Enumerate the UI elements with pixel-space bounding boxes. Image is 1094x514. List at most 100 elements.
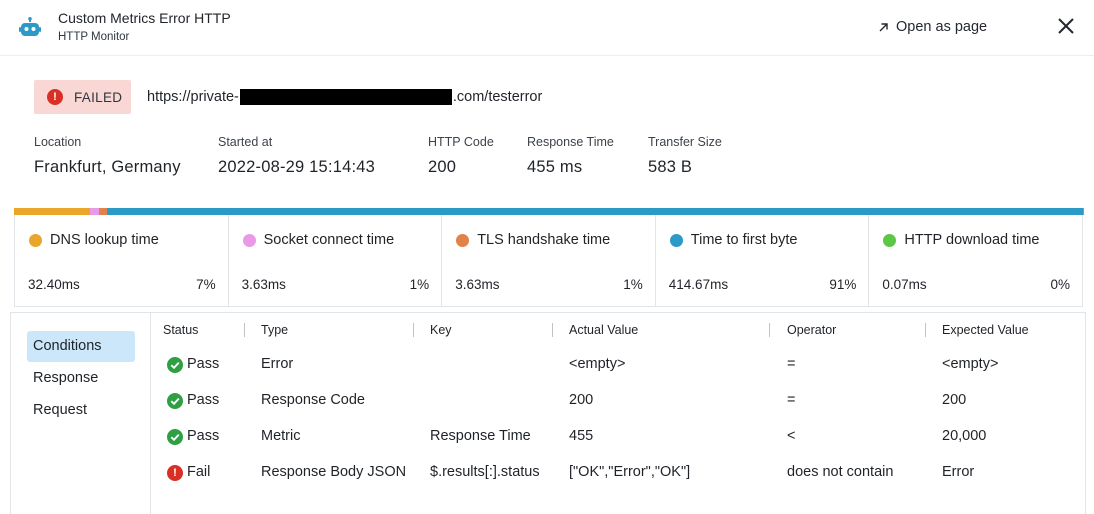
timing-percent: 91%	[829, 277, 857, 292]
column-divider[interactable]	[769, 323, 770, 337]
timing-ms: 414.67ms	[668, 277, 729, 292]
monitor-url: https://private- .com/testerror	[147, 89, 542, 105]
timing-name: Socket connect time	[263, 232, 395, 248]
row-actual-value: 200	[569, 392, 594, 408]
row-type: Response Code	[261, 392, 365, 408]
row-expected-value: 200	[942, 392, 967, 408]
column-header-key[interactable]: Key	[430, 323, 452, 337]
arrow-up-right-icon	[879, 22, 888, 31]
timing-card-ttfb: Time to first byte 414.67ms 91%	[656, 215, 870, 306]
url-suffix: .com/testerror	[452, 89, 543, 105]
row-expected-value: 20,000	[942, 428, 987, 444]
meta-value: 2022-08-29 15:14:43	[218, 158, 376, 176]
tab-request[interactable]: Request	[27, 395, 135, 426]
meta-value: 455 ms	[527, 158, 583, 176]
timing-name: TLS handshake time	[477, 232, 611, 248]
column-header-type[interactable]: Type	[261, 323, 288, 337]
column-header-operator[interactable]: Operator	[787, 323, 836, 337]
timing-segment-dns	[14, 208, 91, 215]
timing-name: Time to first byte	[690, 232, 798, 248]
timing-segment-ttfb	[107, 208, 1083, 215]
timing-ms: 32.40ms	[28, 277, 80, 292]
timing-card-socket: Socket connect time 3.63ms 1%	[229, 215, 443, 306]
timing-ms: 3.63ms	[455, 277, 500, 292]
row-type: Response Body JSON	[261, 464, 407, 480]
meta-label: HTTP Code	[428, 135, 494, 149]
timing-segment-socket	[90, 208, 99, 215]
url-prefix: https://private-	[147, 89, 239, 105]
legend-dot	[456, 234, 470, 247]
meta-label: Transfer Size	[648, 135, 722, 149]
timing-card-tls: TLS handshake time 3.63ms 1%	[442, 215, 656, 306]
meta-response-time: Response Time 455 ms	[527, 135, 614, 177]
meta-value: 200	[428, 158, 457, 176]
error-icon: !	[167, 465, 183, 481]
open-as-page-link[interactable]: Open as page	[878, 19, 987, 35]
row-operator: does not contain	[787, 464, 894, 480]
timing-percent: 0%	[1050, 277, 1070, 292]
monitor-type: HTTP Monitor	[58, 31, 130, 43]
meta-label: Started at	[218, 135, 273, 149]
redacted-block	[239, 89, 452, 105]
meta-http-code: HTTP Code 200	[428, 135, 494, 177]
row-key: Response Time	[430, 428, 531, 444]
monitor-title: Custom Metrics Error HTTP	[58, 10, 231, 26]
timing-card-download: HTTP download time 0.07ms 0%	[869, 215, 1082, 306]
column-divider[interactable]	[413, 323, 414, 337]
legend-dot	[29, 234, 42, 247]
details-tabs: Conditions Response Request	[11, 313, 151, 514]
timing-ms: 0.07ms	[882, 277, 927, 292]
check-circle-icon	[167, 429, 183, 445]
legend-dot	[669, 234, 683, 247]
legend-dot	[242, 234, 256, 247]
timing-percent: 1%	[623, 277, 643, 292]
timing-percent: 1%	[409, 277, 430, 292]
details-panel: Conditions Response Request Status Type …	[10, 312, 1086, 514]
row-status: Fail	[187, 464, 211, 480]
column-divider[interactable]	[552, 323, 553, 337]
robot-icon	[19, 17, 41, 36]
row-type: Metric	[261, 428, 301, 444]
row-actual-value: 455	[569, 428, 594, 444]
error-icon: !	[47, 89, 63, 105]
close-icon[interactable]	[1056, 16, 1076, 36]
row-status: Pass	[187, 392, 220, 408]
tab-conditions[interactable]: Conditions	[27, 331, 135, 362]
timing-bar	[14, 208, 1083, 215]
meta-started-at: Started at 2022-08-29 15:14:43	[218, 135, 375, 177]
row-operator: =	[787, 356, 796, 372]
timing-segment-tls	[98, 208, 108, 215]
column-header-status[interactable]: Status	[163, 323, 198, 337]
status-label: FAILED	[74, 89, 123, 105]
panel-header: Custom Metrics Error HTTP HTTP Monitor O…	[0, 0, 1094, 56]
row-operator: <	[787, 428, 796, 444]
row-status: Pass	[187, 356, 220, 372]
status-badge: ! FAILED	[34, 80, 131, 114]
row-key: $.results[:].status	[430, 464, 540, 480]
meta-label: Location	[34, 135, 82, 149]
column-header-actual-value[interactable]: Actual Value	[569, 323, 638, 337]
check-circle-icon	[167, 393, 183, 409]
column-divider[interactable]	[925, 323, 926, 337]
meta-label: Response Time	[527, 135, 614, 149]
row-expected-value: Error	[942, 464, 975, 480]
row-actual-value: <empty>	[569, 356, 626, 372]
row-status: Pass	[187, 428, 220, 444]
row-expected-value: <empty>	[942, 356, 999, 372]
meta-location: Location Frankfurt, Germany	[34, 135, 181, 177]
timing-ms: 3.63ms	[241, 277, 286, 292]
row-actual-value: ["OK","Error","OK"]	[569, 464, 691, 480]
meta-value: Frankfurt, Germany	[34, 158, 181, 176]
timing-cards: DNS lookup time 32.40ms 7% Socket connec…	[14, 215, 1083, 307]
column-divider[interactable]	[244, 323, 245, 337]
timing-name: HTTP download time	[904, 232, 1040, 248]
timing-card-dns: DNS lookup time 32.40ms 7%	[15, 215, 229, 306]
tab-response[interactable]: Response	[27, 363, 135, 394]
column-header-expected-value[interactable]: Expected Value	[942, 323, 1029, 337]
legend-dot	[883, 234, 897, 247]
open-as-page-label: Open as page	[896, 19, 988, 35]
timing-percent: 7%	[196, 277, 216, 292]
row-operator: =	[787, 392, 796, 408]
check-circle-icon	[167, 357, 183, 373]
meta-transfer-size: Transfer Size 583 B	[648, 135, 722, 177]
